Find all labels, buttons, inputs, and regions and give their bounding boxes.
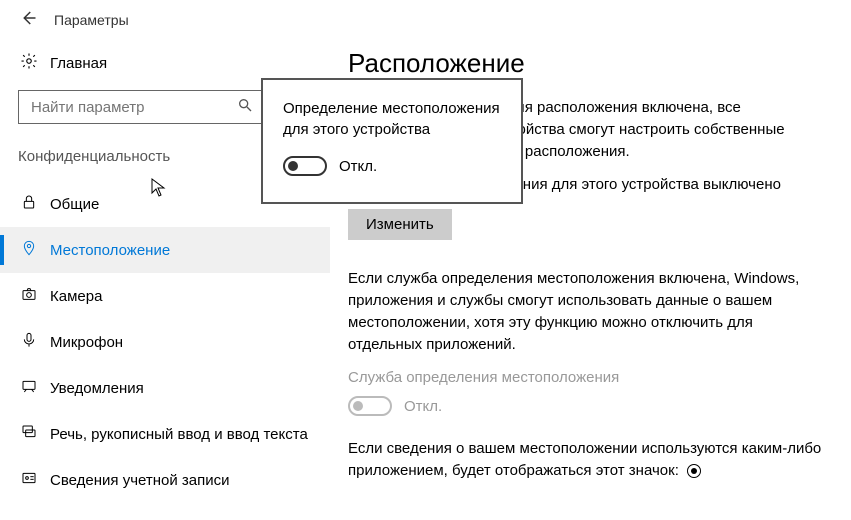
nav-label: Уведомления bbox=[50, 380, 144, 397]
service-toggle bbox=[348, 396, 392, 416]
notifications-icon bbox=[18, 378, 40, 398]
flyout-toggle[interactable] bbox=[283, 156, 327, 176]
nav-item-account[interactable]: Сведения учетной записи bbox=[0, 457, 330, 503]
account-icon bbox=[18, 470, 40, 490]
nav-item-speech[interactable]: Речь, рукописный ввод и ввод текста bbox=[0, 411, 330, 457]
nav-label: Сведения учетной записи bbox=[50, 472, 230, 489]
page-heading: Расположение bbox=[348, 48, 823, 79]
service-paragraph: Если служба определения местоположения в… bbox=[348, 268, 823, 355]
nav-label: Микрофон bbox=[50, 334, 123, 351]
service-label: Служба определения местоположения bbox=[348, 369, 823, 386]
service-toggle-state: Откл. bbox=[404, 398, 442, 415]
window-title: Параметры bbox=[54, 12, 129, 28]
home-label: Главная bbox=[50, 55, 107, 72]
nav-item-camera[interactable]: Камера bbox=[0, 273, 330, 319]
back-button[interactable] bbox=[12, 9, 44, 32]
flyout-toggle-row[interactable]: Откл. bbox=[283, 156, 501, 176]
search-field[interactable] bbox=[29, 98, 233, 117]
nav-item-location[interactable]: Местоположение bbox=[0, 227, 330, 273]
nav-label: Местоположение bbox=[50, 242, 170, 259]
flyout-title: Определение местоположения для этого уст… bbox=[283, 98, 501, 140]
location-icon bbox=[18, 240, 40, 260]
nav-label: Речь, рукописный ввод и ввод текста bbox=[50, 426, 308, 443]
location-usage-icon bbox=[687, 464, 701, 478]
lock-icon bbox=[18, 194, 40, 214]
nav-item-notifications[interactable]: Уведомления bbox=[0, 365, 330, 411]
usage-paragraph: Если сведения о вашем местоположении исп… bbox=[348, 438, 823, 482]
nav-label: Общие bbox=[50, 196, 99, 213]
gear-icon bbox=[18, 52, 40, 74]
camera-icon bbox=[18, 286, 40, 306]
speech-icon bbox=[18, 424, 40, 444]
flyout-toggle-state: Откл. bbox=[339, 158, 377, 175]
change-button[interactable]: Изменить bbox=[348, 209, 452, 240]
service-toggle-row: Откл. bbox=[348, 396, 823, 416]
search-input[interactable] bbox=[18, 90, 264, 124]
nav-item-microphone[interactable]: Микрофон bbox=[0, 319, 330, 365]
nav-label: Камера bbox=[50, 288, 102, 305]
search-icon bbox=[237, 97, 253, 117]
device-location-flyout: Определение местоположения для этого уст… bbox=[261, 78, 523, 204]
microphone-icon bbox=[18, 332, 40, 352]
